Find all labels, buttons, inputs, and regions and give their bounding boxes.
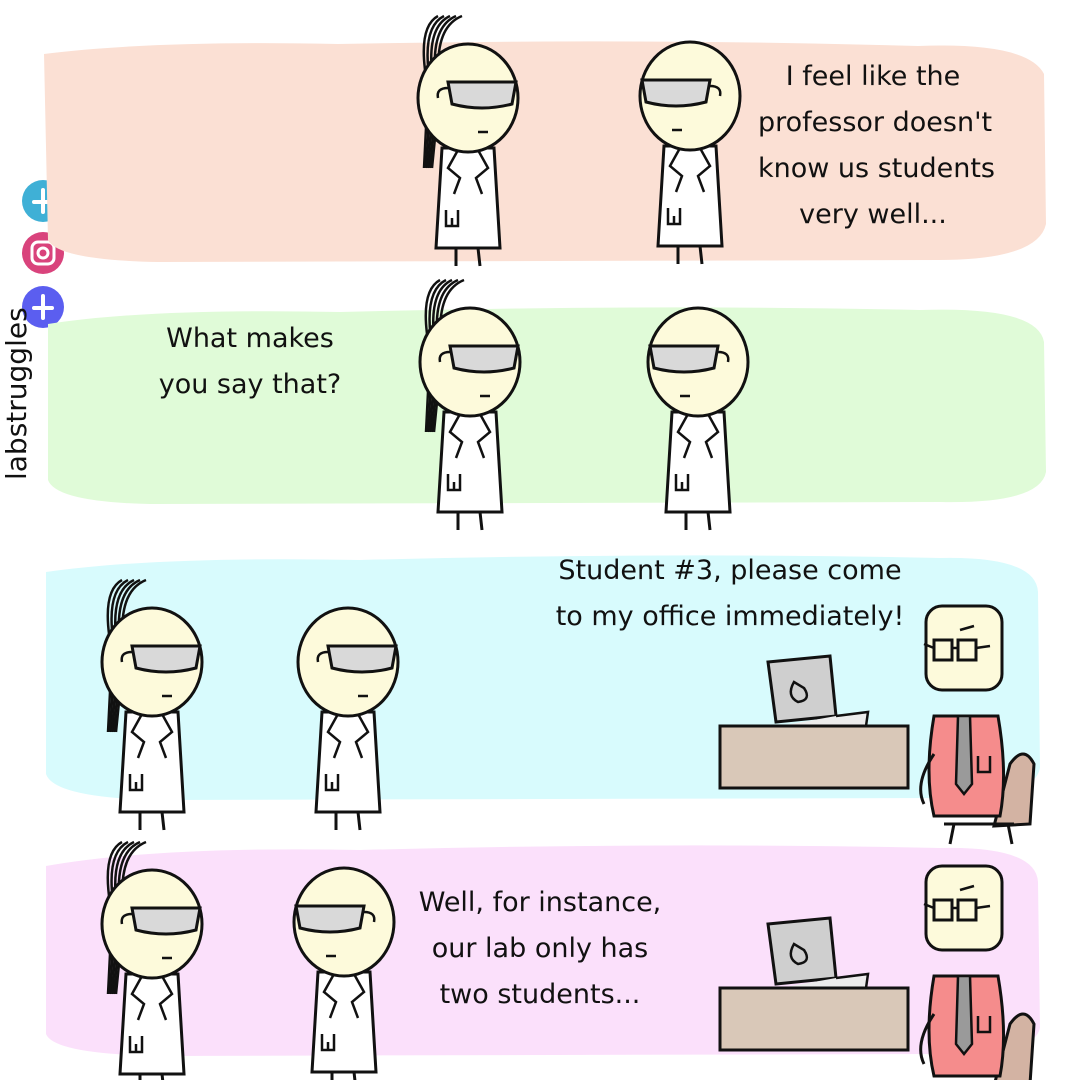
student-two: [292, 866, 396, 1080]
student-two: [638, 40, 742, 265]
student-ponytail: [416, 14, 520, 267]
student-two: [296, 606, 400, 831]
professor: [919, 604, 1036, 845]
student-two: [646, 306, 750, 531]
comic-illustrations: [100, 14, 1036, 1080]
desk: [718, 916, 910, 1052]
desk: [718, 654, 910, 790]
student-ponytail: [100, 840, 204, 1080]
student-ponytail: [100, 578, 204, 831]
student-ponytail: [418, 278, 522, 531]
professor: [919, 864, 1036, 1080]
